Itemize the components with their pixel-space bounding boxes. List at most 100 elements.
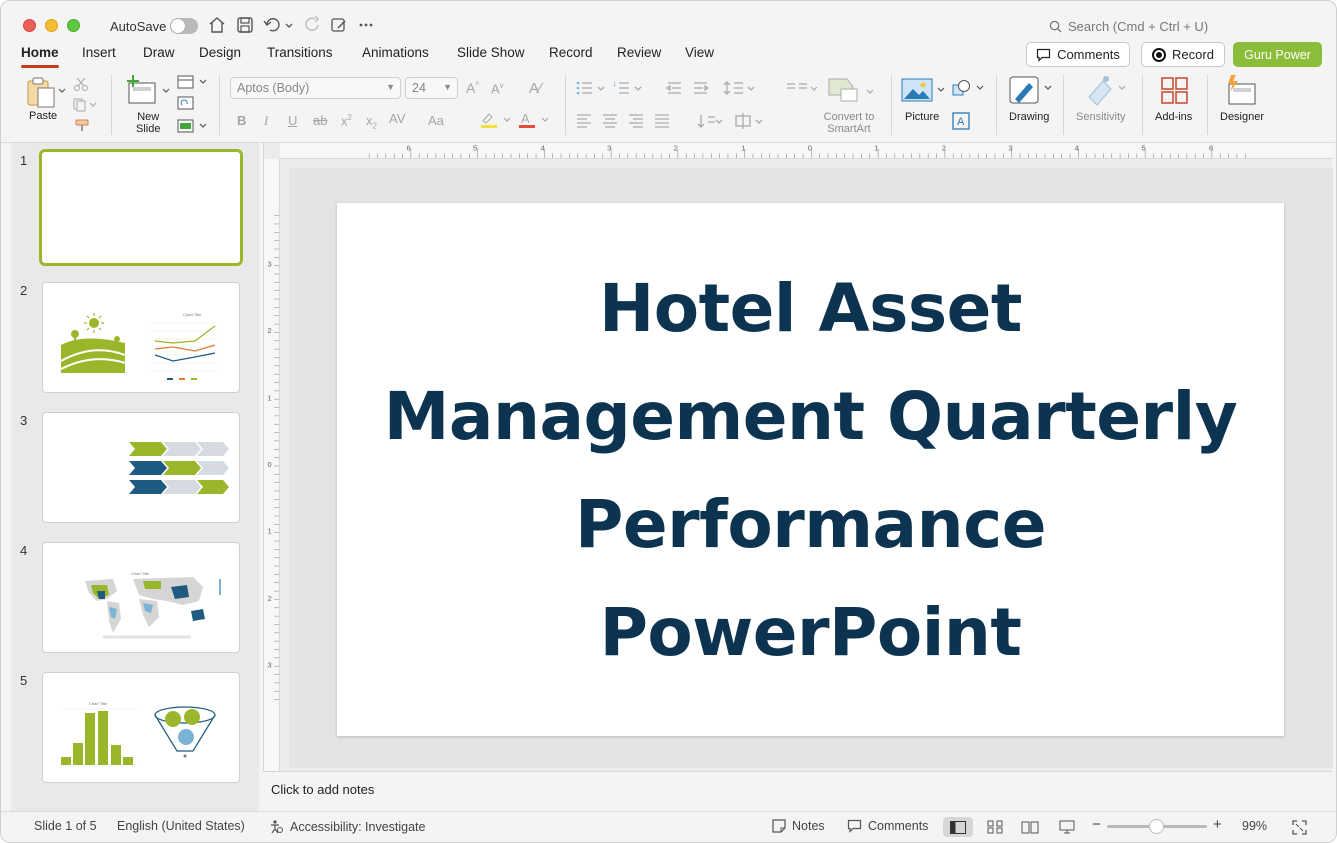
picture-icon[interactable] bbox=[901, 77, 947, 103]
superscript-icon[interactable]: x2 bbox=[341, 113, 352, 128]
undo-dropdown-icon[interactable] bbox=[283, 15, 295, 35]
section-icon[interactable] bbox=[177, 119, 209, 133]
reset-slide-icon[interactable] bbox=[177, 96, 195, 110]
format-painter-icon[interactable] bbox=[73, 119, 91, 133]
normal-view-icon bbox=[950, 820, 966, 834]
redo-icon[interactable] bbox=[303, 15, 323, 35]
strikethrough-icon[interactable]: ab bbox=[313, 113, 327, 128]
font-size-select[interactable]: 24 ▼ bbox=[405, 77, 458, 99]
columns-icon[interactable] bbox=[785, 80, 821, 96]
increase-font-size-icon[interactable]: A^ bbox=[466, 80, 479, 96]
minimize-window-button[interactable] bbox=[45, 19, 58, 32]
maximize-window-button[interactable] bbox=[67, 19, 80, 32]
slide-4-chart-title: Chart Title bbox=[131, 571, 150, 576]
tab-transitions[interactable]: Transitions bbox=[267, 45, 333, 60]
font-color-icon[interactable]: A bbox=[517, 111, 553, 129]
tab-record[interactable]: Record bbox=[549, 45, 593, 60]
record-button[interactable]: Record bbox=[1141, 42, 1225, 67]
thumbnail-number: 2 bbox=[20, 283, 28, 298]
slide-title[interactable]: Hotel Asset Management Quarterly Perform… bbox=[367, 255, 1254, 687]
paste-dropdown-icon[interactable] bbox=[58, 87, 66, 95]
slide-4-preview: Chart Title bbox=[85, 571, 221, 639]
reading-view-button[interactable] bbox=[1015, 817, 1045, 837]
home-icon[interactable] bbox=[207, 15, 227, 35]
drawing-icon[interactable] bbox=[1009, 75, 1053, 107]
slide-thumbnail-1[interactable] bbox=[39, 149, 243, 266]
search-placeholder: Search (Cmd + Ctrl + U) bbox=[1068, 19, 1209, 34]
slide-thumbnail-5[interactable]: Chart Title bbox=[42, 672, 240, 783]
slide-thumbnail-4[interactable]: Chart Title bbox=[42, 542, 240, 653]
normal-view-button[interactable] bbox=[943, 817, 973, 837]
ruler-label: 2 bbox=[268, 594, 272, 603]
more-options-icon[interactable] bbox=[357, 15, 377, 35]
new-slide-icon[interactable] bbox=[126, 75, 158, 105]
copy-icon[interactable] bbox=[73, 98, 99, 112]
guru-power-label: Guru Power bbox=[1244, 47, 1311, 62]
fit-to-window-icon[interactable] bbox=[1292, 820, 1307, 835]
powerpoint-window: AutoSave Search (Cmd + Ctrl + U) Home In… bbox=[0, 0, 1337, 843]
decrease-font-size-icon[interactable]: Av bbox=[491, 81, 504, 96]
clear-formatting-icon[interactable]: A∕ bbox=[529, 80, 542, 97]
font-name-value: Aptos (Body) bbox=[237, 81, 310, 95]
list-and-indent-icons[interactable]: 1 bbox=[575, 80, 755, 96]
customize-quick-access-icon[interactable] bbox=[329, 15, 349, 35]
tab-design[interactable]: Design bbox=[199, 45, 241, 60]
zoom-in-button[interactable]: + bbox=[1213, 816, 1222, 833]
slide-thumbnail-3[interactable] bbox=[42, 412, 240, 523]
paste-label: Paste bbox=[29, 110, 58, 122]
zoom-out-button[interactable]: − bbox=[1092, 816, 1101, 833]
slide-5-chart-title: Chart Title bbox=[89, 701, 108, 706]
add-ins-icon[interactable] bbox=[1160, 76, 1190, 106]
slideshow-view-button[interactable] bbox=[1052, 817, 1082, 837]
search-icon bbox=[1049, 20, 1062, 33]
tab-animations[interactable]: Animations bbox=[362, 45, 429, 60]
slide-sorter-view-button[interactable] bbox=[980, 817, 1010, 837]
underline-icon[interactable]: U bbox=[288, 113, 297, 128]
language-indicator[interactable]: English (United States) bbox=[117, 819, 245, 833]
bold-icon[interactable]: B bbox=[237, 113, 246, 128]
zoom-level[interactable]: 99% bbox=[1242, 819, 1267, 833]
shapes-icon[interactable] bbox=[952, 79, 986, 97]
tab-view[interactable]: View bbox=[685, 45, 714, 60]
autosave-toggle[interactable] bbox=[170, 18, 198, 34]
current-slide[interactable]: Hotel Asset Management Quarterly Perform… bbox=[337, 203, 1284, 736]
italic-icon[interactable]: I bbox=[264, 113, 268, 129]
save-icon[interactable] bbox=[235, 15, 255, 35]
highlight-color-icon[interactable] bbox=[479, 111, 515, 129]
search-field[interactable]: Search (Cmd + Ctrl + U) bbox=[1049, 19, 1208, 34]
tab-review[interactable]: Review bbox=[617, 45, 661, 60]
convert-to-smartart-icon[interactable] bbox=[827, 77, 875, 103]
layout-icon[interactable] bbox=[177, 75, 209, 89]
tab-insert[interactable]: Insert bbox=[82, 45, 116, 60]
ribbon-separator bbox=[996, 75, 997, 135]
undo-icon[interactable] bbox=[262, 15, 282, 35]
accessibility-checker[interactable]: Accessibility: Investigate bbox=[269, 819, 425, 834]
tab-slide-show[interactable]: Slide Show bbox=[457, 45, 525, 60]
paste-icon[interactable] bbox=[24, 77, 58, 109]
guru-power-button[interactable]: Guru Power bbox=[1233, 42, 1322, 67]
subscript-icon[interactable]: x2 bbox=[366, 113, 377, 131]
record-button-label: Record bbox=[1172, 47, 1214, 62]
tab-draw[interactable]: Draw bbox=[143, 45, 175, 60]
notes-pane[interactable]: Click to add notes bbox=[263, 771, 1332, 811]
notes-toggle-button[interactable]: Notes bbox=[772, 819, 825, 833]
zoom-slider-handle[interactable] bbox=[1149, 819, 1164, 834]
designer-icon[interactable] bbox=[1225, 74, 1259, 106]
change-case-icon[interactable]: Aa bbox=[428, 113, 444, 128]
comments-button[interactable]: Comments bbox=[1026, 42, 1130, 67]
font-name-select[interactable]: Aptos (Body) ▼ bbox=[230, 77, 401, 99]
slide-thumbnail-2[interactable]: Chart Title bbox=[42, 282, 240, 393]
new-slide-dropdown-icon[interactable] bbox=[162, 87, 170, 95]
tab-home[interactable]: Home bbox=[21, 45, 59, 68]
ruler-label: 1 bbox=[741, 144, 745, 153]
text-box-icon[interactable]: A bbox=[952, 112, 970, 130]
sensitivity-icon[interactable] bbox=[1085, 75, 1129, 107]
close-window-button[interactable] bbox=[23, 19, 36, 32]
ruler-label: 5 bbox=[1141, 144, 1145, 153]
character-spacing-icon[interactable]: AV bbox=[389, 111, 405, 126]
cut-icon[interactable] bbox=[73, 77, 89, 91]
convert-smartart-label: Convert to SmartArt bbox=[823, 111, 875, 135]
alignment-icons[interactable] bbox=[575, 113, 775, 129]
chevron-down-icon: ▼ bbox=[386, 82, 395, 92]
comments-toggle-button[interactable]: Comments bbox=[847, 819, 928, 833]
